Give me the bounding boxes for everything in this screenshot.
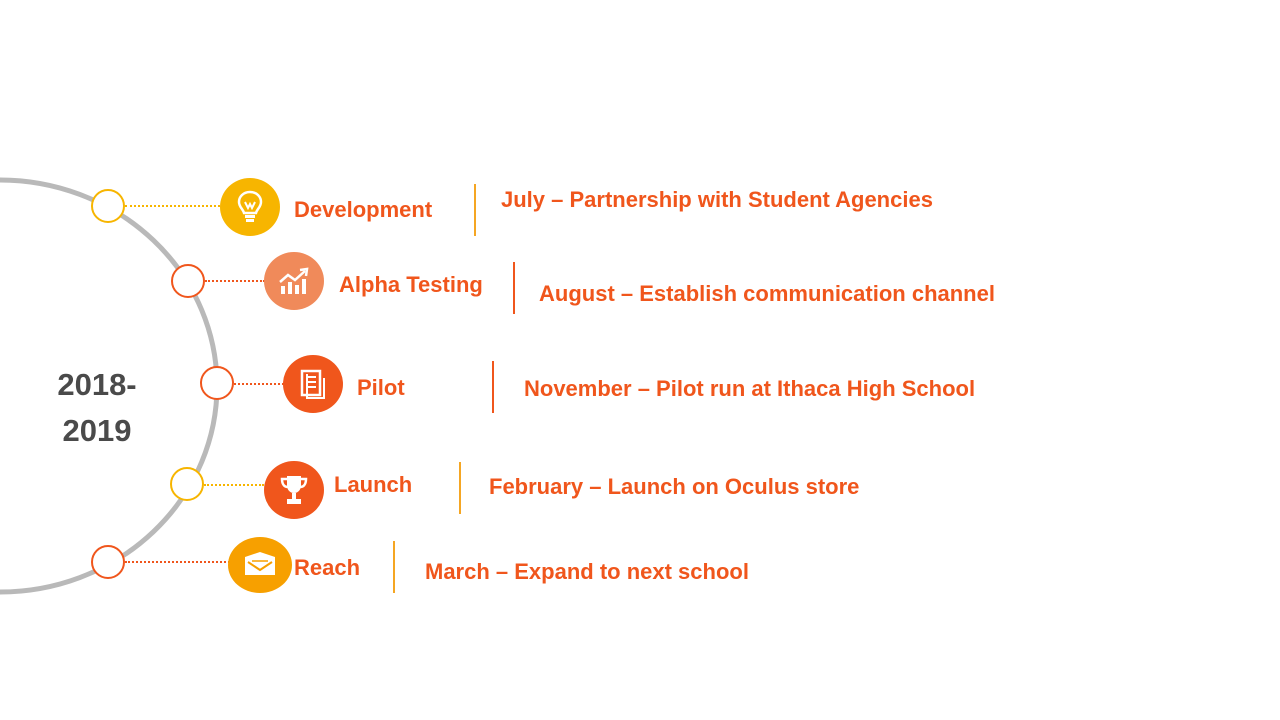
timeline-node — [91, 545, 125, 579]
phase-label-launch: Launch — [334, 472, 413, 497]
trophy-icon — [264, 461, 324, 519]
divider — [492, 361, 494, 413]
year-start: 2018- — [57, 367, 137, 402]
timeline-node — [200, 366, 234, 400]
connector-dots — [125, 205, 220, 207]
divider — [513, 262, 515, 314]
milestone-detail: July – Partnership with Student Agencies — [501, 187, 933, 212]
timeline-node — [91, 189, 125, 223]
phase-label-alpha-testing: Alpha Testing — [339, 272, 483, 297]
divider — [459, 462, 461, 514]
year-range: 2018- 2019 — [38, 362, 156, 454]
connector-dots — [204, 484, 264, 486]
divider — [474, 184, 476, 236]
phase-label-development: Development — [294, 197, 433, 222]
phase-label-reach: Reach — [294, 555, 361, 580]
connector-dots — [234, 383, 284, 385]
chart-growth-icon — [264, 252, 324, 310]
milestone-detail: March – Expand to next school — [425, 559, 749, 584]
milestone-detail: November – Pilot run at Ithaca High Scho… — [524, 376, 976, 401]
milestone-detail: August – Establish communication channel — [539, 281, 995, 306]
phase-label-pilot: Pilot — [357, 375, 405, 400]
lightbulb-icon — [220, 178, 280, 236]
connector-dots — [205, 280, 265, 282]
timeline-node — [171, 264, 205, 298]
timeline-arc — [0, 177, 220, 595]
document-icon — [283, 355, 343, 413]
milestone-detail: February – Launch on Oculus store — [489, 474, 860, 499]
year-end: 2019 — [62, 413, 132, 448]
timeline-node — [170, 467, 204, 501]
divider — [393, 541, 395, 593]
envelope-icon — [228, 537, 292, 593]
connector-dots — [125, 561, 230, 563]
